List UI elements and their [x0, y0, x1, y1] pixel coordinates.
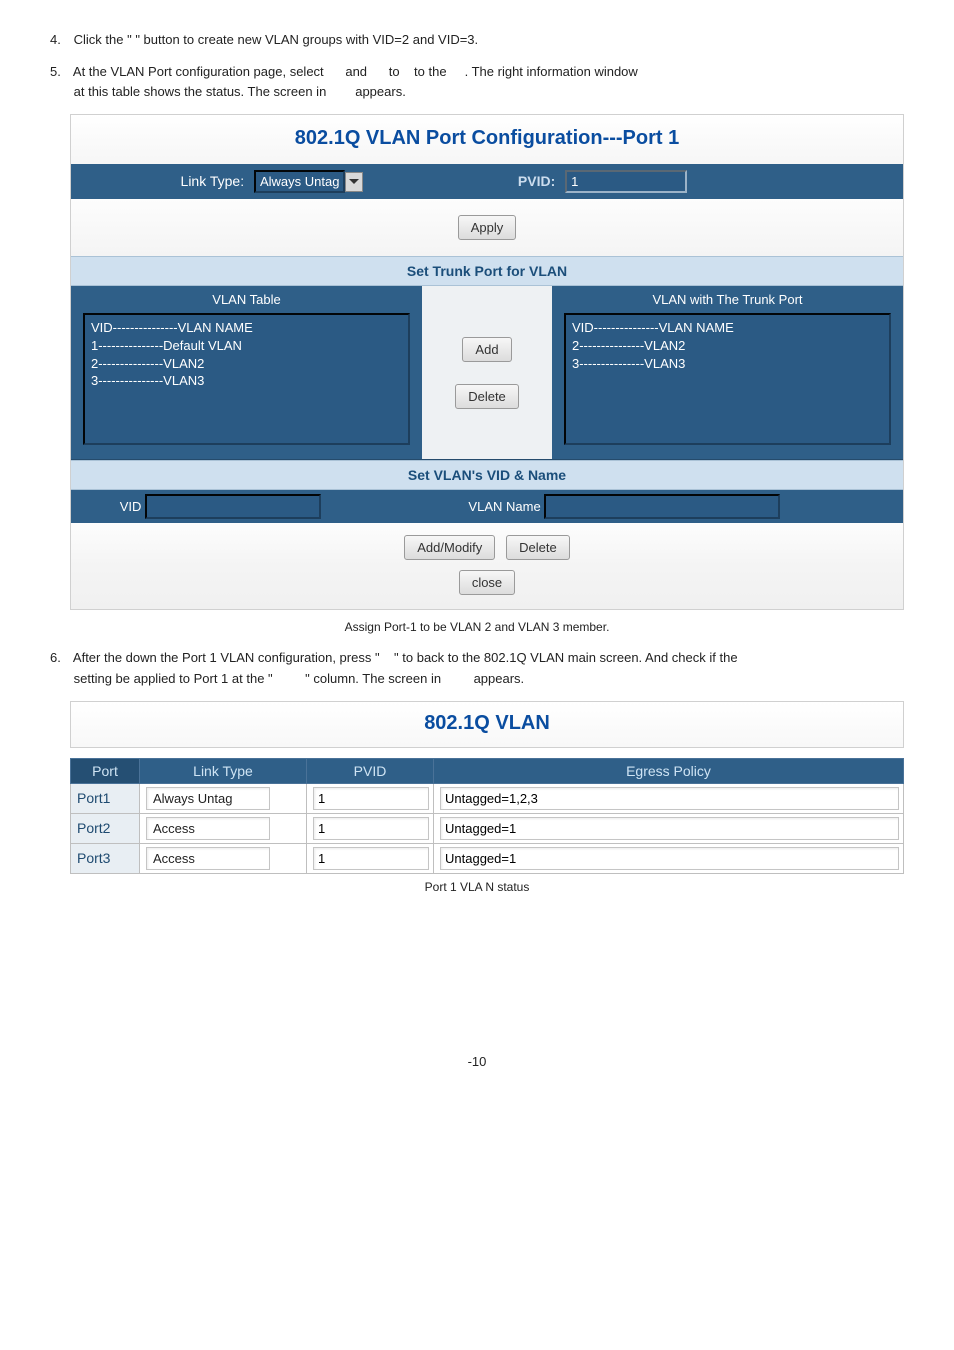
delete-vid-button[interactable]: Delete	[506, 535, 570, 560]
close-button[interactable]: close	[459, 570, 515, 595]
cell-port: Port2	[71, 813, 140, 843]
th-pvid: PVID	[307, 758, 434, 783]
vlan-name-label: VLAN Name	[468, 499, 540, 514]
trunk-list-header: VLAN with The Trunk Port	[552, 286, 903, 313]
list-item[interactable]: 2---------------VLAN2	[91, 355, 402, 373]
th-egress: Egress Policy	[434, 758, 904, 783]
figure-caption-2: Port 1 VLA N status	[50, 880, 904, 894]
step-6-a: After the down the Port 1 VLAN configura…	[73, 650, 383, 665]
pvid-field[interactable]	[313, 847, 429, 870]
table-row: Port2 Access	[71, 813, 904, 843]
list-item[interactable]: 3---------------VLAN3	[91, 372, 402, 390]
linktype-field[interactable]: Access	[146, 817, 270, 840]
cell-egress	[434, 783, 904, 813]
pvid-label: PVID:	[518, 173, 555, 189]
step-5-f: . The right information window	[465, 64, 638, 79]
vid-row: VID VLAN Name	[71, 490, 903, 523]
step-5-c: and	[345, 64, 370, 79]
egress-field[interactable]	[440, 787, 899, 810]
linktype-field[interactable]: Access	[146, 847, 270, 870]
add-button[interactable]: Add	[462, 337, 511, 362]
table-row: Port1 Always Untag	[71, 783, 904, 813]
cell-linktype: Access	[140, 843, 307, 873]
pvid-field[interactable]	[313, 787, 429, 810]
egress-field[interactable]	[440, 847, 899, 870]
list-item[interactable]: 3---------------VLAN3	[572, 355, 883, 373]
add-modify-button[interactable]: Add/Modify	[404, 535, 495, 560]
vlan-summary-title: 802.1Q VLAN	[71, 702, 903, 747]
list-item[interactable]: VID---------------VLAN NAME	[91, 319, 402, 337]
cell-port: Port3	[71, 843, 140, 873]
cell-egress	[434, 813, 904, 843]
cell-pvid	[307, 843, 434, 873]
table-row: Port3 Access	[71, 843, 904, 873]
vlan-summary-panel: 802.1Q VLAN	[70, 701, 904, 748]
vid-input[interactable]	[145, 494, 321, 519]
link-type-select[interactable]: Always Untag	[254, 170, 345, 193]
step-5-h: appears.	[355, 84, 406, 99]
step-5-g: at this table shows the status. The scre…	[74, 84, 330, 99]
cell-egress	[434, 843, 904, 873]
step-4-num: 4.	[50, 30, 70, 50]
step-6-num: 6.	[50, 648, 70, 668]
cell-linktype: Access	[140, 813, 307, 843]
figure-caption-1: Assign Port-1 to be VLAN 2 and VLAN 3 me…	[50, 620, 904, 634]
vlan-table-header: VLAN Table	[71, 286, 422, 313]
step-5-d: to	[389, 64, 403, 79]
step-5-a: At the	[73, 64, 111, 79]
trunk-list[interactable]: VID---------------VLAN NAME 2-----------…	[564, 313, 891, 445]
cell-port: Port1	[71, 783, 140, 813]
apply-button[interactable]: Apply	[458, 215, 517, 240]
vlan-port-config-panel: 802.1Q VLAN Port Configuration---Port 1 …	[70, 114, 904, 610]
egress-field[interactable]	[440, 817, 899, 840]
trunk-section-head: Set Trunk Port for VLAN	[71, 256, 903, 286]
list-item[interactable]: 1---------------Default VLAN	[91, 337, 402, 355]
step-4-b: " button to create new VLAN groups with …	[135, 32, 478, 47]
linktype-field[interactable]: Always Untag	[146, 787, 270, 810]
list-item[interactable]: VID---------------VLAN NAME	[572, 319, 883, 337]
step-6-b: " to back to the 802.1Q VLAN main screen…	[394, 650, 738, 665]
cell-pvid	[307, 783, 434, 813]
step-4: 4. Click the " " button to create new VL…	[50, 30, 904, 50]
vlan-table-list[interactable]: VID---------------VLAN NAME 1-----------…	[83, 313, 410, 445]
list-item[interactable]: 2---------------VLAN2	[572, 337, 883, 355]
panel-title: 802.1Q VLAN Port Configuration---Port 1	[71, 115, 903, 164]
vlan-summary-table: Port Link Type PVID Egress Policy Port1 A…	[70, 758, 904, 874]
th-linktype: Link Type	[140, 758, 307, 783]
step-4-a: Click the "	[74, 32, 132, 47]
vid-label: VID	[120, 499, 142, 514]
page-footer: -10	[50, 1054, 904, 1069]
link-type-label: Link Type:	[181, 173, 245, 189]
chevron-down-icon[interactable]	[345, 172, 363, 192]
step-5-num: 5.	[50, 62, 70, 82]
vlan-name-input[interactable]	[544, 494, 780, 519]
step-6-c: setting be applied to Port 1 at the "	[74, 671, 277, 686]
step-6: 6. After the down the Port 1 VLAN config…	[50, 648, 904, 688]
step-5: 5. At the VLAN Port configuration page, …	[50, 62, 904, 102]
step-6-d: " column. The screen in	[305, 671, 445, 686]
trunk-area: VLAN Table VID---------------VLAN NAME 1…	[71, 286, 903, 460]
cell-linktype: Always Untag	[140, 783, 307, 813]
step-5-e: to the	[414, 64, 450, 79]
cell-pvid	[307, 813, 434, 843]
table-header-row: Port Link Type PVID Egress Policy	[71, 758, 904, 783]
step-5-b: VLAN Port configuration page, select	[110, 64, 327, 79]
delete-button[interactable]: Delete	[455, 384, 519, 409]
pvid-field[interactable]	[313, 817, 429, 840]
vidname-section-head: Set VLAN's VID & Name	[71, 460, 903, 490]
th-port: Port	[71, 758, 140, 783]
link-type-bar: Link Type: Always Untag PVID:	[71, 164, 903, 199]
step-6-e: appears.	[474, 671, 525, 686]
pvid-input[interactable]	[565, 170, 687, 193]
